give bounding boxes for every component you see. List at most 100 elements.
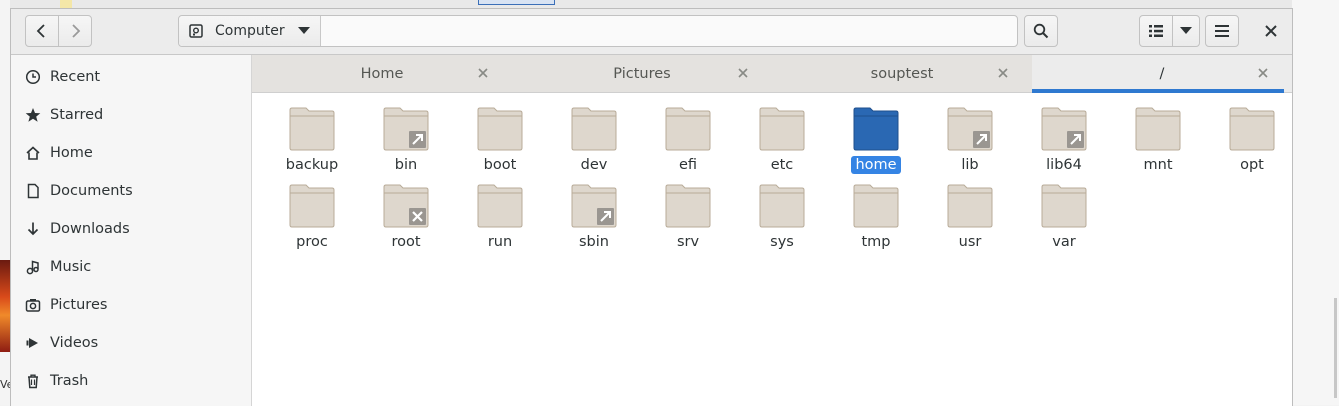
window-close-button[interactable] [1256,15,1286,47]
folder-item-home[interactable]: home [831,101,921,175]
back-button[interactable] [25,15,59,47]
folder-item-tmp[interactable]: tmp [831,178,921,252]
tab-label: Pictures [613,65,671,82]
tab-close-button[interactable] [476,66,490,80]
folder-item-sys[interactable]: sys [737,178,827,252]
folder-item-srv[interactable]: srv [643,178,733,252]
folder-name: efi [643,157,733,173]
sidebar-item-trash[interactable]: Trash [11,362,251,400]
sidebar-item-starred[interactable]: Starred [11,96,251,134]
folder-name: proc [267,234,357,250]
tab-home[interactable]: Home [252,55,512,92]
tab-close-button[interactable] [996,66,1010,80]
close-icon [1265,25,1277,37]
folder-name-text: bin [394,157,418,173]
sidebar-item-label: Home [50,145,93,161]
sidebar-item-home[interactable]: Home [11,134,251,172]
folder-name: tmp [831,234,921,250]
folder-item-backup[interactable]: backup [267,101,357,175]
folder-name: lib64 [1019,157,1109,173]
search-icon [1033,23,1049,39]
background-fragment [478,0,555,5]
tab-root[interactable]: / [1032,55,1292,93]
folder-item-dev[interactable]: dev [549,101,639,175]
search-button[interactable] [1024,15,1058,47]
caret-down-icon [1180,27,1192,34]
view-options-button[interactable] [1172,15,1200,47]
folder-name-text: sys [770,234,794,250]
background-right-area [1292,0,1339,405]
view-mode-button[interactable] [1139,15,1173,47]
header-bar: Computer [11,9,1292,55]
folder-item-root[interactable]: root [361,178,451,252]
sidebar-item-label: Videos [50,335,99,351]
background-image-fragment [0,260,10,352]
folder-name: usr [925,234,1015,250]
folder-name: sys [737,234,827,250]
background-scrollbar [1334,298,1337,398]
sidebar-item-label: Downloads [50,221,130,237]
caret-down-icon [298,27,310,34]
star-icon [25,107,41,123]
folder-item-var[interactable]: var [1019,178,1109,252]
folder-name: var [1019,234,1109,250]
folder-item-bin[interactable]: bin [361,101,451,175]
folder-name-text: lib64 [1046,157,1082,173]
folder-name-text: efi [678,157,698,173]
sidebar-item-label: Recent [50,69,101,85]
folder-name: dev [549,157,639,173]
folder-item-opt[interactable]: opt [1207,101,1292,175]
main-menu-button[interactable] [1205,15,1239,47]
sidebar-item-documents[interactable]: Documents [11,172,251,210]
close-icon [1258,68,1268,78]
file-grid: backup bin boot dev efi etc home lib lib64 mnt opt… [252,93,1292,406]
folder-name: home [831,156,921,174]
folder-name-text: dev [580,157,608,173]
folder-item-sbin[interactable]: sbin [549,178,639,252]
drive-icon [189,24,203,38]
tab-souptest[interactable]: souptest [772,55,1032,92]
background-window-strip [0,0,1339,8]
trash-icon [25,373,41,389]
sidebar-item-pictures[interactable]: Pictures [11,286,251,324]
chevron-left-icon [36,24,45,38]
close-icon [478,68,488,78]
close-icon [738,68,748,78]
folder-item-run[interactable]: run [455,178,545,252]
tab-close-button[interactable] [736,66,750,80]
tab-pictures[interactable]: Pictures [512,55,772,92]
sidebar-item-videos[interactable]: Videos [11,324,251,362]
sidebar-item-music[interactable]: Music [11,248,251,286]
folder-name-text: etc [770,157,794,173]
folder-item-boot[interactable]: boot [455,101,545,175]
folder-item-proc[interactable]: proc [267,178,357,252]
music-icon [25,259,41,275]
list-view-icon [1149,25,1163,37]
sidebar-item-label: Trash [50,373,89,389]
sidebar-item-downloads[interactable]: Downloads [11,210,251,248]
chevron-right-icon [72,24,81,38]
tab-label: Home [360,65,404,82]
folder-name: boot [455,157,545,173]
folder-name-text: mnt [1143,157,1173,173]
folder-item-lib64[interactable]: lib64 [1019,101,1109,175]
tab-close-button[interactable] [1256,66,1270,80]
location-button[interactable]: Computer [179,16,321,46]
folder-item-efi[interactable]: efi [643,101,733,175]
folder-name-text: root [391,234,421,250]
forward-button[interactable] [58,15,92,47]
document-icon [25,183,41,199]
places-sidebar: Recent Starred Home Documents Downloads Music… [11,55,252,406]
file-manager-window: Computer Recent Starred Home Documents Downl… [10,8,1293,406]
folder-name: opt [1207,157,1292,173]
folder-item-usr[interactable]: usr [925,178,1015,252]
folder-name: etc [737,157,827,173]
folder-item-etc[interactable]: etc [737,101,827,175]
folder-name: lib [925,157,1015,173]
folder-item-lib[interactable]: lib [925,101,1015,175]
path-bar[interactable]: Computer [178,15,1018,47]
sidebar-item-recent[interactable]: Recent [11,58,251,96]
folder-item-mnt[interactable]: mnt [1113,101,1203,175]
clock-icon [25,69,41,85]
folder-name: bin [361,157,451,173]
